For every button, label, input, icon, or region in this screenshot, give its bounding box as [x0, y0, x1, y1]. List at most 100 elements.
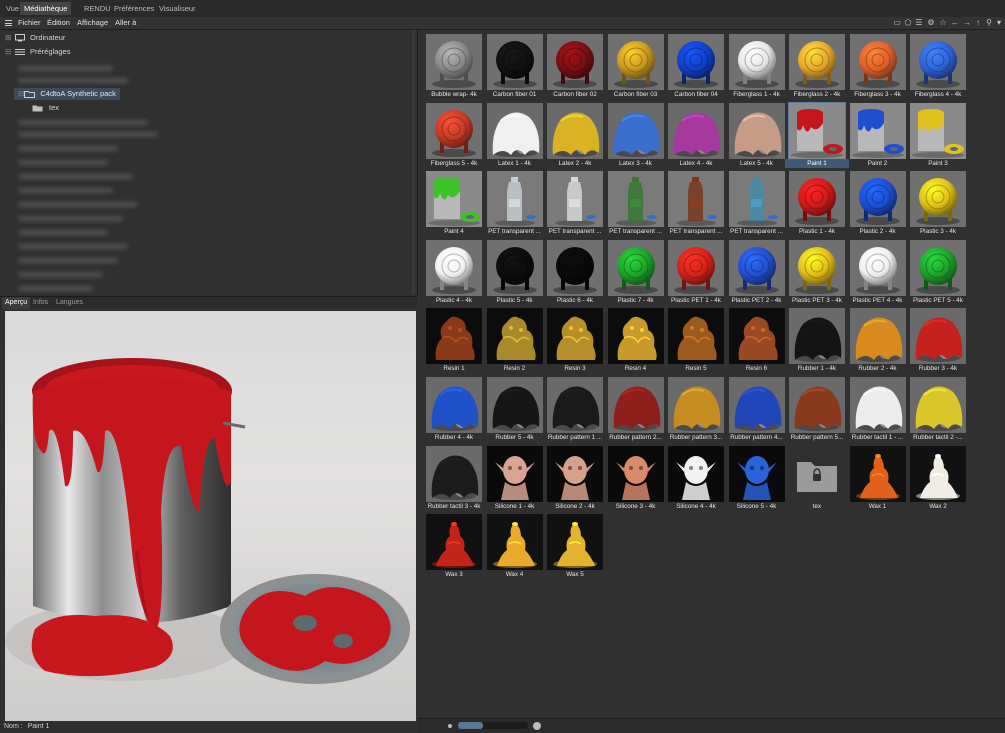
tab-infos[interactable]: Infos — [30, 297, 51, 309]
material-tile[interactable]: Plastic PET 5 - 4k — [909, 238, 966, 304]
list-icon[interactable]: ☰ — [914, 17, 924, 29]
material-tile[interactable]: Carbon fiber 02 — [546, 32, 603, 98]
material-thumbnail — [426, 514, 482, 571]
material-tile[interactable]: Rubber pattern 2... — [607, 375, 664, 441]
material-tile[interactable]: PET transparent ... — [667, 169, 724, 235]
tab-apercu[interactable]: Aperçu — [2, 297, 31, 309]
material-tile[interactable]: Resin 6 — [728, 306, 785, 372]
material-tile[interactable]: Latex 3 - 4k — [607, 101, 664, 167]
tree-item-c4dtoa-pack[interactable]: ⊟ C4dtoA Synthetic pack — [14, 88, 120, 100]
material-tile[interactable]: Rubber pattern 4... — [728, 375, 785, 441]
material-tile[interactable]: Silicone 1 - 4k — [486, 444, 543, 510]
material-tile[interactable]: Paint 1 — [785, 101, 849, 168]
material-tile[interactable]: Carbon fiber 04 — [667, 32, 724, 98]
material-tile[interactable]: Rubber tactil 2 -... — [909, 375, 966, 441]
material-tile[interactable]: Carbon fiber 03 — [607, 32, 664, 98]
tree-item-prereglages[interactable]: ⊟ Préréglages — [5, 46, 70, 58]
material-tile[interactable]: Plastic 2 - 4k — [849, 169, 906, 235]
material-tile[interactable]: Plastic 3 - 4k — [909, 169, 966, 235]
material-tile[interactable]: Plastic PET 3 - 4k — [788, 238, 845, 304]
material-tile[interactable]: PET transparent ... — [607, 169, 664, 235]
menu-edition[interactable]: Édition — [47, 17, 70, 29]
material-tile[interactable]: Resin 5 — [667, 306, 724, 372]
zoom-out-icon[interactable] — [448, 724, 452, 728]
material-tile[interactable]: Silicone 5 - 4k — [728, 444, 785, 510]
material-tile[interactable]: Latex 4 - 4k — [667, 101, 724, 167]
material-tile[interactable]: Rubber 2 - 4k — [849, 306, 906, 372]
menu-aller-a[interactable]: Aller à — [115, 17, 136, 29]
material-tile[interactable]: Carbon fiber 01 — [486, 32, 543, 98]
material-tile[interactable]: Rubber tactil 3 - 4k — [425, 444, 482, 510]
material-tile[interactable]: Rubber pattern 1 ... — [546, 375, 603, 441]
filter-icon[interactable]: ▾ — [994, 17, 1004, 29]
screen-icon[interactable]: ▭ — [892, 17, 902, 29]
arrow-right-icon[interactable]: → — [962, 17, 972, 29]
zoom-slider[interactable] — [458, 722, 528, 729]
material-tile[interactable]: Rubber 5 - 4k — [486, 375, 543, 441]
material-tile[interactable]: Resin 2 — [486, 306, 543, 372]
tree-scrollbar[interactable] — [412, 30, 415, 294]
material-tile[interactable]: Plastic 6 - 4k — [546, 238, 603, 304]
material-tile[interactable]: Rubber 1 - 4k — [788, 306, 845, 372]
material-tile[interactable]: Wax 1 — [849, 444, 906, 510]
material-tile[interactable]: Silicone 3 - 4k — [607, 444, 664, 510]
material-tile[interactable]: Plastic 4 - 4k — [425, 238, 482, 304]
tab-langues[interactable]: Langues — [53, 297, 86, 309]
material-tile[interactable]: PET transparent ... — [728, 169, 785, 235]
material-tile[interactable]: tex — [788, 444, 845, 510]
material-tile[interactable]: Plastic 7 - 4k — [607, 238, 664, 304]
material-thumbnail — [668, 102, 724, 159]
tree-item-ordinateur[interactable]: ⊞ Ordinateur — [5, 32, 65, 44]
material-tile[interactable]: Paint 4 — [425, 169, 482, 235]
material-tile[interactable]: Rubber tactil 1 - ... — [849, 375, 906, 441]
material-tile[interactable]: Fiberglass 2 - 4k — [788, 32, 845, 98]
material-tile[interactable]: Wax 5 — [546, 512, 603, 578]
material-tile[interactable]: Fiberglass 1 - 4k — [728, 32, 785, 98]
material-tile[interactable]: Paint 3 — [909, 101, 966, 167]
material-label: Silicone 5 - 4k — [736, 502, 777, 510]
tab-mediatheque[interactable]: Médiathèque — [20, 2, 72, 15]
material-tile[interactable]: Latex 2 - 4k — [546, 101, 603, 167]
material-tile[interactable]: Plastic PET 2 - 4k — [728, 238, 785, 304]
material-tile[interactable]: Rubber 3 - 4k — [909, 306, 966, 372]
material-tile[interactable]: Plastic PET 1 - 4k — [667, 238, 724, 304]
arrow-up-icon[interactable]: ↑ — [973, 17, 983, 29]
tree-item-tex[interactable]: tex — [28, 102, 59, 114]
material-tile[interactable]: Latex 1 - 4k — [486, 101, 543, 167]
material-tile[interactable]: Rubber pattern 3... — [667, 375, 724, 441]
material-tile[interactable]: Plastic 1 - 4k — [788, 169, 845, 235]
material-tile[interactable]: Wax 3 — [425, 512, 482, 578]
star-icon[interactable]: ☆ — [938, 17, 948, 29]
material-tile[interactable]: PET transparent ... — [486, 169, 543, 235]
material-tile[interactable]: Fiberglass 5 - 4k — [425, 101, 482, 167]
menu-fichier[interactable]: Fichier — [18, 17, 41, 29]
material-tile[interactable]: Fiberglass 4 - 4k — [909, 32, 966, 98]
material-label: PET transparent ... — [548, 228, 602, 236]
material-tile[interactable]: Rubber pattern 5... — [788, 375, 845, 441]
material-tile[interactable]: Resin 1 — [425, 306, 482, 372]
material-tile[interactable]: Paint 2 — [849, 101, 906, 167]
material-label: Resin 3 — [564, 365, 586, 373]
material-tile[interactable]: Bubble wrap- 4k — [425, 32, 482, 98]
menu-affichage[interactable]: Affichage — [77, 17, 108, 29]
material-tile[interactable]: Plastic 5 - 4k — [486, 238, 543, 304]
material-tile[interactable]: Wax 4 — [486, 512, 543, 578]
material-tile[interactable]: Resin 3 — [546, 306, 603, 372]
gear-icon[interactable]: ⚙ — [926, 17, 936, 29]
material-tile[interactable]: Wax 2 — [909, 444, 966, 510]
material-tile[interactable]: Silicone 2 - 4k — [546, 444, 603, 510]
material-tile[interactable]: Rubber 4 - 4k — [425, 375, 482, 441]
tab-preferences[interactable]: Préférences — [110, 2, 158, 15]
search-icon[interactable]: ⚲ — [984, 17, 994, 29]
material-tile[interactable]: PET transparent ... — [546, 169, 603, 235]
hamburger-icon[interactable] — [5, 20, 12, 26]
zoom-in-icon[interactable] — [533, 722, 541, 730]
material-tile[interactable]: Plastic PET 4 - 4k — [849, 238, 906, 304]
material-tile[interactable]: Latex 5 - 4k — [728, 101, 785, 167]
material-tile[interactable]: Silicone 4 - 4k — [667, 444, 724, 510]
star-outline-icon[interactable]: ⬠ — [903, 17, 913, 29]
arrow-left-icon[interactable]: ← — [950, 17, 960, 29]
tab-visualiseur[interactable]: Visualiseur — [155, 2, 200, 15]
material-tile[interactable]: Fiberglass 3 - 4k — [849, 32, 906, 98]
material-tile[interactable]: Resin 4 — [607, 306, 664, 372]
